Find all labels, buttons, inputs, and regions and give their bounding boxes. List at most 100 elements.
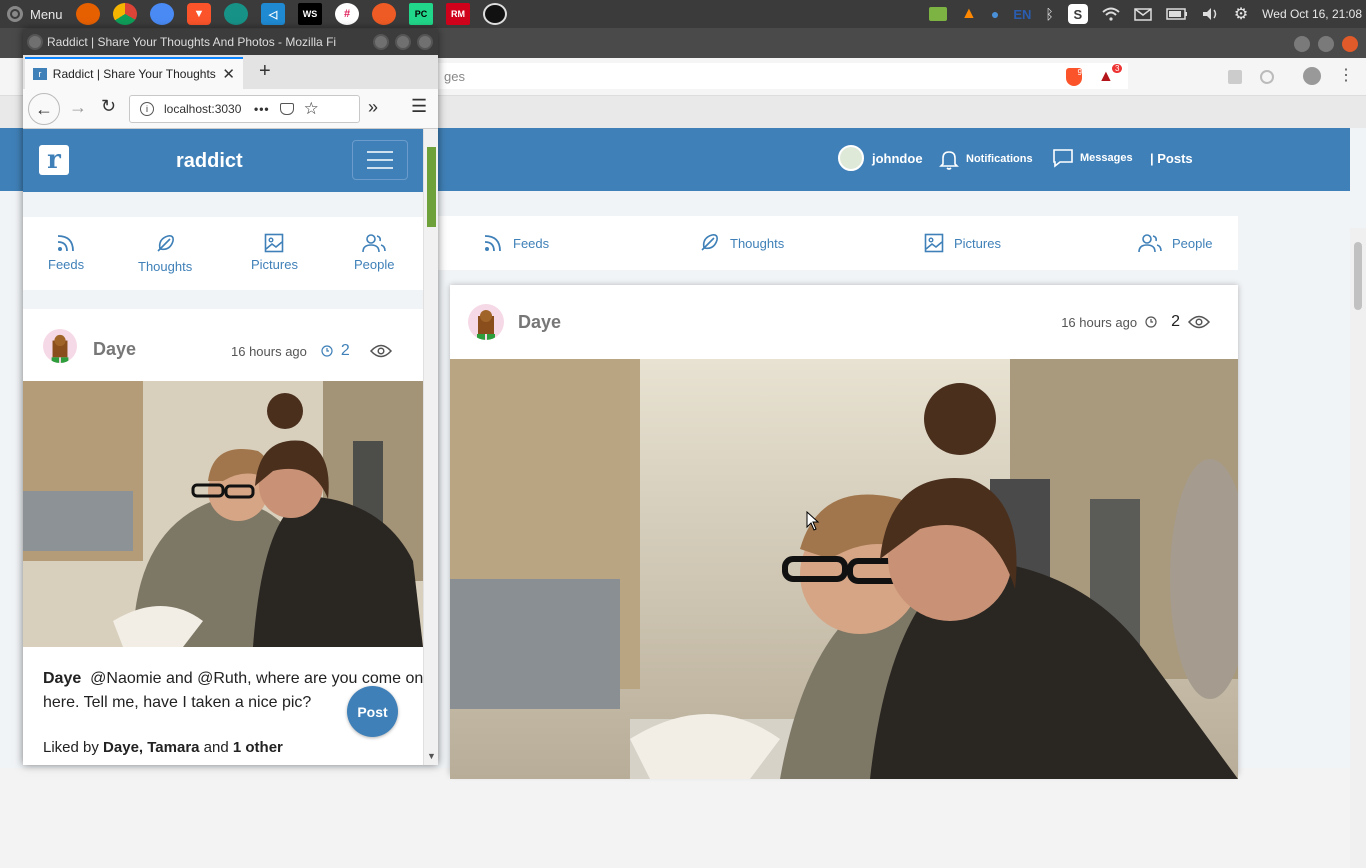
eye-icon[interactable] [369, 344, 392, 358]
tab-close-icon[interactable]: ✕ [222, 65, 235, 83]
liked-names[interactable]: Daye, Tamara [103, 739, 199, 756]
brave-shield-icon[interactable]: 9 [1066, 68, 1082, 86]
tab-pictures[interactable]: Pictures [251, 233, 298, 272]
post-author[interactable]: Daye [93, 339, 136, 360]
window-maximize-icon[interactable] [417, 34, 433, 50]
bluetooth-icon[interactable]: ᛒ [1045, 6, 1053, 22]
notifications-link[interactable]: Notifications [938, 148, 1033, 170]
tab-thoughts-desktop[interactable]: Thoughts [698, 232, 784, 254]
bell-icon [939, 151, 959, 170]
bookmark-star-icon[interactable]: ☆ [304, 99, 319, 119]
post-button[interactable]: Post [347, 686, 398, 737]
shield-badge: 9 [1077, 68, 1082, 77]
window-close-icon[interactable] [27, 34, 43, 50]
scrollbar-thumb[interactable] [1354, 242, 1362, 310]
mouse-cursor-icon [806, 511, 820, 531]
user-menu[interactable]: johndoe [838, 145, 923, 171]
back-icon[interactable]: ← [28, 93, 60, 125]
tab-feeds[interactable]: Feeds [48, 233, 84, 272]
address-bar[interactable]: i localhost:3030 ••• ☆ [129, 95, 360, 123]
page-actions-icon[interactable]: ••• [254, 102, 270, 116]
tab-feeds-desktop[interactable]: Feeds [483, 233, 549, 253]
author-avatar[interactable] [43, 329, 77, 363]
extension-2-icon[interactable] [1260, 70, 1274, 84]
wifi-icon[interactable] [1102, 7, 1120, 21]
extension-icon[interactable] [1228, 70, 1242, 84]
tab-label: Thoughts [730, 235, 785, 251]
clock[interactable]: Wed Oct 16, 21:08 [1262, 7, 1362, 21]
brave-launcher-icon[interactable]: ▼ [187, 3, 211, 25]
posts-link[interactable]: | Posts [1150, 151, 1193, 166]
firefox-scrollbar[interactable]: ▼ [423, 129, 438, 765]
maximize-icon[interactable] [1318, 36, 1334, 52]
favicon-icon: r [33, 68, 47, 80]
post-photo-image [23, 381, 423, 647]
browser-menu-icon[interactable]: ⋮ [1338, 65, 1354, 85]
volume-icon[interactable] [1202, 7, 1220, 21]
tab-people-desktop[interactable]: People [1138, 233, 1212, 253]
system-menu[interactable]: Menu [0, 5, 74, 23]
brave-rewards-icon[interactable]: ▲ [1098, 68, 1114, 86]
tab-thoughts[interactable]: Thoughts [138, 233, 192, 274]
liked-other[interactable]: 1 other [233, 739, 283, 756]
settings-gear-icon[interactable]: ⚙ [1234, 4, 1248, 24]
view-count: 2 [1171, 313, 1180, 330]
keyboard-language[interactable]: EN [1013, 7, 1031, 22]
minimize-icon[interactable] [1294, 36, 1310, 52]
eye-icon[interactable] [1188, 315, 1210, 329]
tab-label: Feeds [513, 235, 550, 251]
firefox-titlebar: Raddict | Share Your Thoughts And Photos… [23, 29, 438, 55]
gitkraken-launcher-icon[interactable] [224, 3, 248, 25]
files-icon[interactable] [929, 7, 948, 21]
mail-icon[interactable] [1134, 7, 1152, 21]
scrollbar-thumb[interactable] [427, 147, 436, 227]
raddict-logo[interactable]: r [39, 145, 69, 175]
battery-icon[interactable] [1166, 8, 1188, 20]
window-restore-icon[interactable] [395, 34, 411, 50]
profile-icon[interactable] [1303, 67, 1321, 85]
dropbox-icon[interactable]: ● [991, 6, 999, 22]
author-avatar[interactable] [468, 304, 504, 340]
caption-author[interactable]: Daye [43, 670, 81, 687]
messages-label: Messages [1080, 152, 1133, 164]
chrome-launcher-icon[interactable] [113, 3, 137, 25]
tab-pictures-desktop[interactable]: Pictures [924, 233, 1001, 253]
vscode-launcher-icon[interactable]: ◁ [261, 3, 285, 25]
new-tab-icon[interactable]: + [259, 60, 271, 83]
tab-people[interactable]: People [354, 233, 394, 272]
pycharm-launcher-icon[interactable]: PC [409, 3, 433, 25]
background-address-bar[interactable]: ges [438, 63, 1128, 89]
firefox-tabstrip: r Raddict | Share Your Thoughts ✕ + [23, 55, 438, 89]
chromium-launcher-icon[interactable] [150, 3, 174, 25]
messages-link[interactable]: Messages [1052, 148, 1133, 168]
browser-tab[interactable]: r Raddict | Share Your Thoughts ✕ [25, 57, 243, 89]
hamburger-menu-button[interactable] [352, 140, 408, 180]
background-scrollbar[interactable] [1350, 228, 1366, 868]
firefox-menu-icon[interactable]: ☰ [411, 96, 427, 117]
rubymine-launcher-icon[interactable]: RM [446, 3, 470, 25]
forward-icon[interactable]: → [69, 97, 87, 118]
window-minimize-icon[interactable] [373, 34, 389, 50]
skype-icon[interactable]: S [1067, 4, 1088, 24]
overflow-chevron-icon[interactable]: » [368, 97, 378, 118]
post-photo[interactable] [23, 381, 423, 647]
liked-by-prefix: Liked by [43, 739, 99, 756]
postman-launcher-icon[interactable] [372, 3, 396, 25]
obs-launcher-icon[interactable] [483, 3, 507, 25]
scroll-down-arrow-icon[interactable]: ▼ [427, 751, 436, 761]
pocket-icon[interactable] [279, 103, 294, 115]
ubuntu-logo-icon [7, 6, 23, 22]
close-icon[interactable] [1342, 36, 1358, 52]
reload-icon[interactable]: ↻ [101, 96, 116, 117]
firefox-launcher-icon[interactable] [76, 3, 100, 25]
feather-icon [701, 234, 718, 251]
info-icon[interactable]: i [140, 102, 154, 116]
post-photo-desktop[interactable] [450, 359, 1238, 779]
post-time: 16 hours ago [1061, 314, 1138, 330]
brand-title[interactable]: raddict [176, 150, 243, 173]
view-count: 2 [340, 342, 350, 359]
post-author[interactable]: Daye [518, 312, 561, 333]
webstorm-launcher-icon[interactable]: WS [298, 3, 322, 25]
vlc-icon[interactable]: ▲ [961, 5, 977, 23]
slack-launcher-icon[interactable]: # [335, 3, 359, 25]
